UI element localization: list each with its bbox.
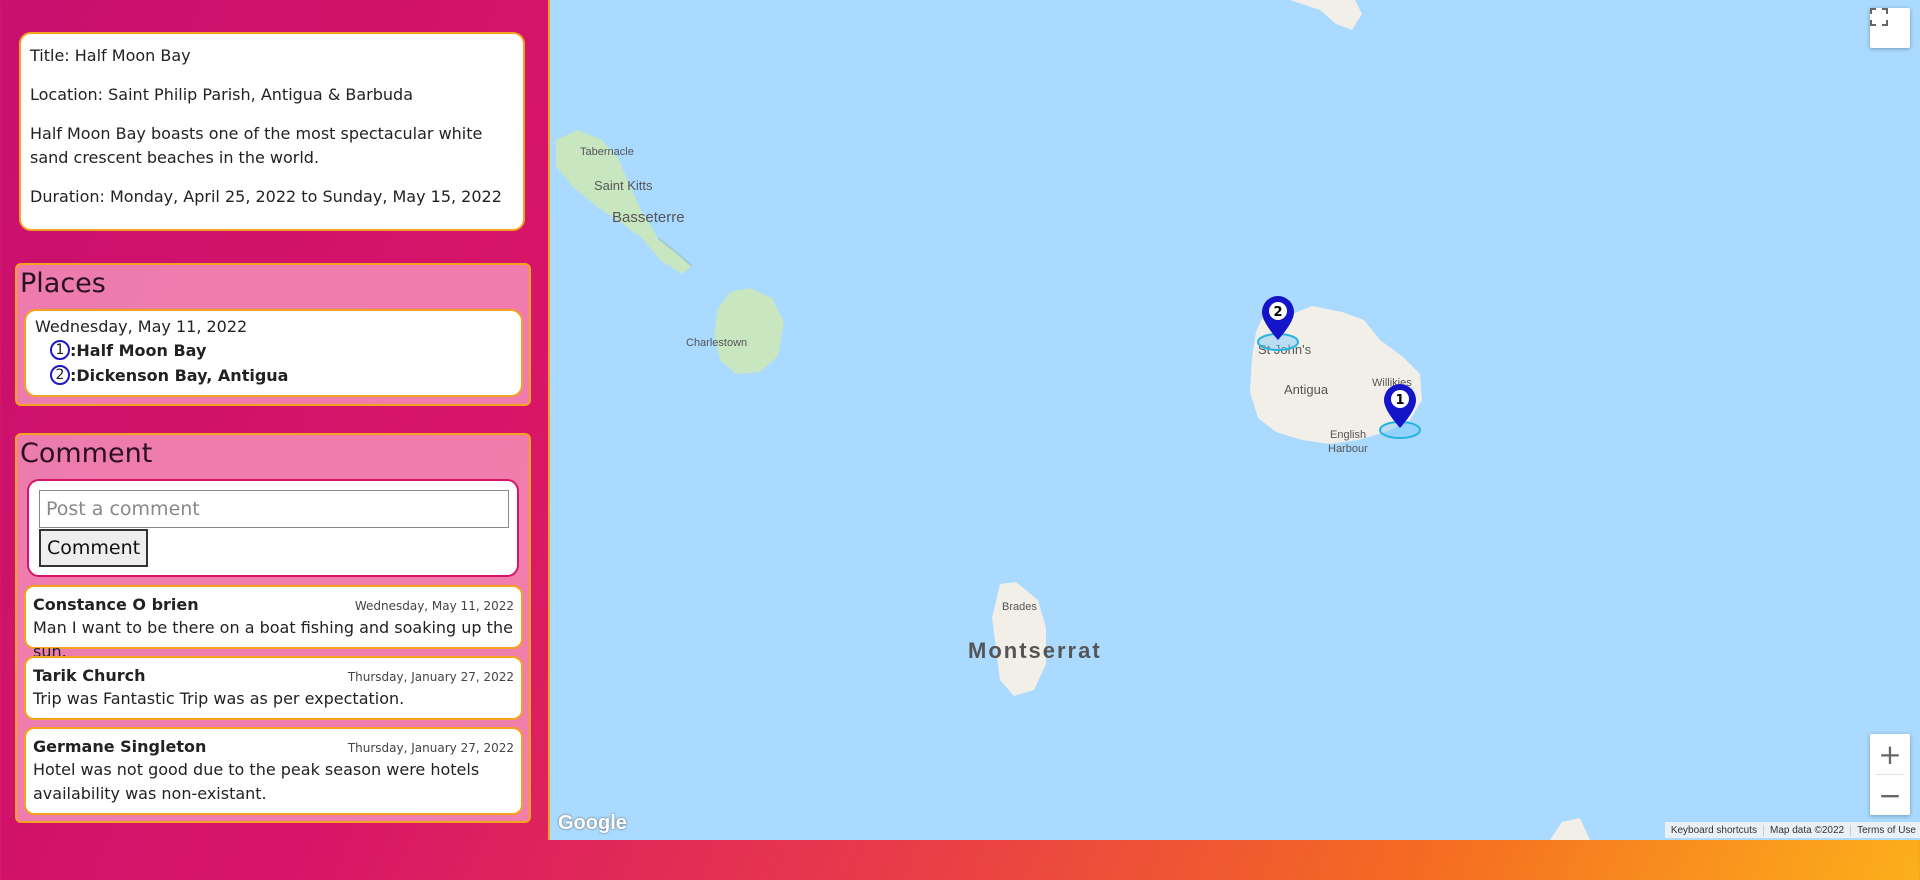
island-bottom-right (1550, 818, 1590, 840)
comment-submit-button[interactable]: Comment (39, 529, 149, 567)
map-label-brades: Brades (1002, 601, 1037, 613)
comment-text: Hotel was not good due to the peak seaso… (33, 760, 480, 803)
place-item[interactable]: 1 :Half Moon Bay (50, 339, 512, 361)
comment-panel: Comment Comment Constance O brien Wednes… (15, 433, 531, 823)
marker-number: 1 (1395, 393, 1404, 408)
comment-text: Trip was Fantastic Trip was as per expec… (33, 689, 405, 708)
place-number-badge: 1 (50, 340, 70, 360)
fullscreen-icon (1870, 8, 1888, 26)
marker-number: 2 (1273, 305, 1282, 320)
map[interactable]: Tabernacle Saint Kitts Basseterre Charle… (548, 0, 1920, 840)
trip-description: Half Moon Bay boasts one of the most spe… (30, 124, 483, 167)
map-label-charlestown: Charlestown (686, 337, 747, 349)
zoom-control: + − (1870, 734, 1910, 815)
trip-location: Location: Saint Philip Parish, Antigua &… (30, 85, 413, 104)
zoom-out-button[interactable]: − (1870, 775, 1910, 815)
place-number-badge: 2 (50, 365, 70, 385)
place-name[interactable]: :Dickenson Bay, Antigua (70, 366, 288, 385)
map-label-english: English (1330, 429, 1366, 441)
map-attribution: Keyboard shortcuts Map data ©2022 Terms … (1664, 822, 1920, 838)
comment-date: Thursday, January 27, 2022 (347, 670, 514, 684)
comment-author: Constance O brien (33, 595, 199, 614)
comment-date: Thursday, January 27, 2022 (347, 741, 514, 755)
trip-info-card: Title: Half Moon Bay Location: Saint Phi… (19, 32, 525, 231)
places-list: Wednesday, May 11, 2022 1 :Half Moon Bay… (24, 309, 523, 397)
comment-input[interactable] (39, 490, 509, 528)
comment-author: Germane Singleton (33, 737, 207, 756)
places-panel: Places Wednesday, May 11, 2022 1 :Half M… (15, 263, 531, 406)
comment-author: Tarik Church (33, 666, 146, 685)
sidebar: Title: Half Moon Bay Location: Saint Phi… (0, 0, 548, 880)
google-logo[interactable]: Google (558, 812, 627, 835)
map-label-montserrat: Montserrat (968, 638, 1102, 663)
island-top (1290, 0, 1362, 30)
place-item[interactable]: 2 :Dickenson Bay, Antigua (50, 364, 512, 386)
map-label-saint-kitts: Saint Kitts (594, 178, 653, 193)
map-canvas[interactable]: Tabernacle Saint Kitts Basseterre Charle… (550, 0, 1920, 840)
map-label-basseterre: Basseterre (612, 209, 685, 226)
comment-date: Wednesday, May 11, 2022 (354, 599, 514, 613)
terms-of-use-link[interactable]: Terms of Use (1850, 824, 1920, 836)
comment-card: Germane Singleton Thursday, January 27, … (24, 727, 523, 815)
comment-card: Constance O brien Wednesday, May 11, 202… (24, 585, 523, 661)
island-nevis (714, 288, 784, 374)
trip-duration: Duration: Monday, April 25, 2022 to Sund… (30, 187, 502, 206)
trip-title: Title: Half Moon Bay (30, 46, 191, 65)
map-label-tabernacle: Tabernacle (580, 146, 634, 158)
zoom-in-button[interactable]: + (1870, 734, 1910, 774)
map-data-label: Map data ©2022 (1763, 824, 1850, 836)
places-date: Wednesday, May 11, 2022 (35, 317, 248, 336)
places-heading: Places (20, 268, 106, 299)
comment-card: Tarik Church Thursday, January 27, 2022 … (24, 656, 523, 720)
comment-form: Comment (27, 479, 519, 577)
map-label-antigua: Antigua (1284, 382, 1329, 397)
map-label-harbour: Harbour (1328, 443, 1368, 455)
place-name[interactable]: :Half Moon Bay (70, 341, 206, 360)
fullscreen-button[interactable] (1870, 8, 1910, 48)
comment-heading: Comment (20, 438, 153, 469)
keyboard-shortcuts-link[interactable]: Keyboard shortcuts (1665, 825, 1763, 836)
